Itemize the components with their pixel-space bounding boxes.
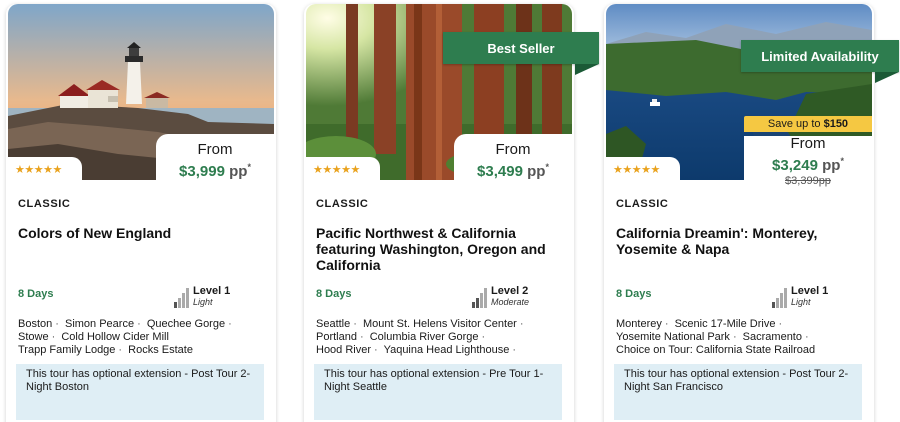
stop: Hood River: [316, 344, 372, 356]
level-desc: Light: [791, 297, 811, 307]
stop: Trapp Family Lodge: [18, 344, 116, 356]
extension-note: This tour has optional extension - Post …: [16, 364, 264, 420]
tour-category: CLASSIC: [18, 198, 71, 210]
tour-category: CLASSIC: [616, 198, 669, 210]
best-seller-badge: Best Seller: [443, 32, 599, 75]
tour-card[interactable]: Best Seller ★★★★★ From $3,499 pp* CLASSI…: [304, 4, 599, 422]
extension-note: This tour has optional extension - Pre T…: [314, 364, 562, 420]
price-value: $3,249: [772, 157, 818, 174]
stop: Rocks Estate: [128, 344, 193, 356]
level-name: Level 2: [491, 285, 529, 297]
activity-level: Level 1 Light: [772, 286, 828, 308]
price-footnote: *: [840, 156, 844, 166]
stop: Sacramento: [742, 331, 802, 343]
activity-level-bars-icon: [174, 288, 189, 308]
activity-level-bars-icon: [772, 288, 787, 308]
price-from-label: From: [495, 141, 531, 158]
tour-duration: 8 Days: [316, 288, 352, 300]
rating-stars: ★★★★★: [606, 157, 680, 181]
price-amount: $3,499 pp*: [454, 158, 572, 181]
price-box: From $3,999 pp*: [156, 134, 274, 182]
price-box: From $3,499 pp*: [454, 134, 572, 182]
star-icon: ★★★★★: [15, 163, 62, 176]
price-unit: pp: [229, 163, 248, 180]
tour-title[interactable]: Pacific Northwest & California featuring…: [316, 225, 556, 273]
stop: Yaquina Head Lighthouse: [383, 344, 510, 356]
savings-banner: Save up to $150: [744, 116, 872, 132]
limited-availability-badge: Limited Availability: [741, 40, 899, 83]
price-unit: pp: [527, 163, 546, 180]
stop: Choice on Tour: California State Railroa…: [616, 344, 816, 356]
stop: Monterey: [616, 318, 662, 330]
tour-card[interactable]: Limited Availability ★★★★★ Save up to $1…: [604, 4, 899, 422]
tour-stops: Seattle · Mount St. Helens Visitor Center…: [316, 318, 524, 356]
tour-duration: 8 Days: [18, 288, 54, 300]
extension-note: This tour has optional extension - Post …: [614, 364, 862, 420]
star-icon: ★★★★★: [313, 163, 360, 176]
price-box: Save up to $150 From $3,249 pp* $3,399pp: [744, 116, 872, 187]
price-amount: $3,999 pp*: [156, 158, 274, 181]
stop: Simon Pearce: [64, 318, 135, 330]
tour-title[interactable]: California Dreamin': Monterey, Yosemite …: [616, 225, 856, 257]
savings-amount: $150: [823, 118, 849, 130]
price-value: $3,999: [179, 163, 225, 180]
stop: Cold Hollow Cider Mill: [61, 331, 169, 343]
tour-duration: 8 Days: [616, 288, 652, 300]
price-unit: pp: [822, 157, 841, 174]
level-desc: Moderate: [491, 297, 530, 307]
level-desc: Light: [193, 297, 213, 307]
stop: Seattle: [316, 318, 351, 330]
tour-title[interactable]: Colors of New England: [18, 225, 258, 241]
stop: Scenic 17-Mile Drive: [674, 318, 776, 330]
stop: Boston: [18, 318, 53, 330]
price-from-label: From: [197, 141, 233, 158]
price-footnote: *: [545, 162, 549, 172]
stop: Quechee Gorge: [146, 318, 226, 330]
price-from-label: From: [790, 135, 826, 152]
tour-card[interactable]: ★★★★★ From $3,999 pp* CLASSIC Colors of …: [6, 4, 276, 422]
stop: Columbia River Gorge: [369, 331, 479, 343]
price-amount: $3,249 pp*: [744, 152, 872, 175]
stop: Yosemite National Park: [616, 331, 730, 343]
original-price: $3,399pp: [785, 175, 831, 187]
activity-level: Level 1 Light: [174, 286, 230, 308]
tour-stops: Monterey · Scenic 17-Mile Drive · Yosemite…: [616, 318, 816, 356]
rating-stars: ★★★★★: [8, 157, 82, 181]
price-footnote: *: [247, 162, 251, 172]
activity-level: Level 2 Moderate: [472, 286, 529, 308]
price-value: $3,499: [477, 163, 523, 180]
tour-category: CLASSIC: [316, 198, 369, 210]
activity-level-bars-icon: [472, 288, 487, 308]
stop: Mount St. Helens Visitor Center: [362, 318, 517, 330]
stop: Stowe: [18, 331, 49, 343]
rating-stars: ★★★★★: [306, 157, 380, 181]
level-name: Level 1: [791, 285, 829, 297]
level-name: Level 1: [193, 285, 231, 297]
tour-stops: Boston · Simon Pearce · Quechee Gorge · Sto…: [18, 318, 232, 356]
savings-prefix: Save up to: [767, 118, 821, 130]
stop: Portland: [316, 331, 357, 343]
star-icon: ★★★★★: [613, 163, 660, 176]
